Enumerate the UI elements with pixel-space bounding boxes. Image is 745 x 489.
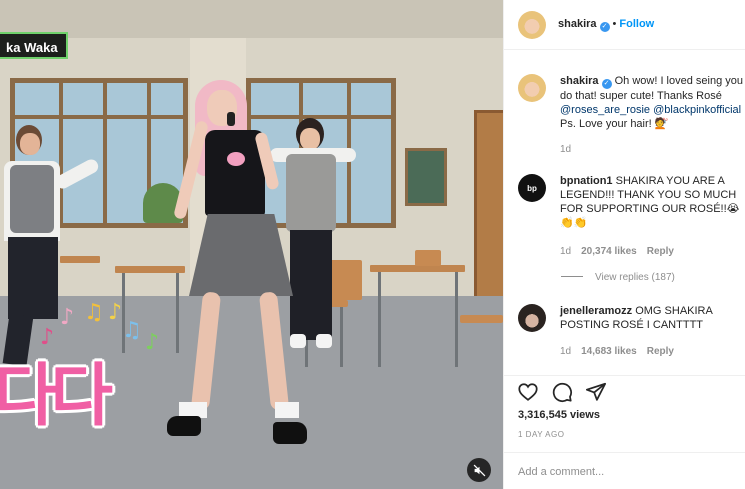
- avatar[interactable]: [518, 74, 546, 102]
- view-count[interactable]: 3,316,545 views: [518, 409, 600, 421]
- mention-link[interactable]: @blackpinkofficial: [653, 104, 741, 116]
- reply-button[interactable]: Reply: [647, 346, 674, 357]
- comment-age[interactable]: 1d: [560, 346, 571, 357]
- classroom-door: [474, 110, 503, 300]
- view-replies-button[interactable]: View replies (187): [561, 272, 675, 283]
- replies-divider: [561, 276, 583, 277]
- like-button[interactable]: [517, 381, 539, 403]
- follow-button[interactable]: Follow: [619, 18, 654, 30]
- separator-dot: •: [612, 18, 617, 30]
- caption-age[interactable]: 1d: [560, 144, 571, 155]
- comment-likes[interactable]: 14,683 likes: [581, 346, 637, 357]
- verified-badge-icon: ✓: [601, 79, 612, 89]
- add-comment-bar: [504, 452, 745, 489]
- desk-leg: [455, 272, 458, 367]
- add-comment-input[interactable]: [518, 462, 733, 482]
- wall-board: [405, 148, 447, 206]
- mention-link[interactable]: @roses_are_rosie: [560, 104, 650, 116]
- heart-icon: [518, 383, 538, 401]
- comment-username[interactable]: bpnation1: [560, 175, 613, 187]
- chair-leg: [340, 307, 343, 367]
- avatar[interactable]: [518, 11, 546, 39]
- post-video[interactable]: ♪ ♫ ♪ ♫ ♪ ♪ 다다 ka Waka: [0, 0, 503, 489]
- speaker-muted-icon: [473, 464, 485, 476]
- classroom-wall-top: [0, 0, 503, 38]
- comment-age[interactable]: 1d: [560, 246, 571, 257]
- desk: [115, 266, 185, 273]
- caption-username[interactable]: shakira: [560, 75, 599, 87]
- caption-text-after: Ps. Love your hair! 💇: [560, 118, 669, 130]
- post-actions: 3,316,545 views 1 DAY AGO: [504, 375, 745, 445]
- verified-badge-icon: ✓: [599, 22, 610, 32]
- music-note-icon: ♪: [108, 300, 123, 325]
- comment-icon: [552, 382, 572, 403]
- desk-leg: [378, 272, 381, 367]
- comment-likes[interactable]: 20,374 likes: [581, 246, 637, 257]
- reply-button[interactable]: Reply: [647, 246, 674, 257]
- comment-username[interactable]: jenelleramozz: [560, 305, 632, 317]
- chair: [415, 250, 441, 266]
- mute-button[interactable]: [467, 458, 491, 482]
- korean-caption-overlay: 다다: [0, 357, 113, 436]
- avatar[interactable]: bp: [518, 174, 546, 202]
- music-note-icon: ♪: [145, 330, 160, 355]
- music-note-icon: ♪: [60, 305, 75, 330]
- comments-list[interactable]: shakira ✓ Oh wow! I loved seing you do th…: [504, 50, 745, 375]
- post-author-username[interactable]: shakira: [558, 18, 597, 30]
- post-header: shakira ✓ • Follow: [504, 0, 745, 50]
- comment-meta: 1d 14,683 likes Reply: [560, 346, 674, 357]
- desk-leg: [176, 273, 179, 353]
- post-date[interactable]: 1 DAY AGO: [518, 430, 564, 439]
- share-button[interactable]: [585, 381, 607, 403]
- caption-text: shakira ✓ Oh wow! I loved seing you do th…: [560, 74, 745, 131]
- desk: [370, 265, 465, 272]
- show-title-badge: ka Waka: [0, 32, 68, 59]
- music-note-icon: ♫: [84, 300, 104, 325]
- post-side-panel: shakira ✓ • Follow shakira ✓ Oh wow! I loved…: [503, 0, 745, 489]
- post-header-line: shakira ✓ • Follow: [558, 18, 654, 32]
- share-icon: [585, 382, 607, 401]
- view-replies-label: View replies (187): [595, 272, 675, 283]
- music-note-icon: ♫: [122, 318, 142, 343]
- chair: [330, 260, 362, 300]
- comment-button[interactable]: [551, 381, 573, 403]
- avatar[interactable]: [518, 304, 546, 332]
- comment-text: jenelleramozz OMG SHAKIRA POSTING ROSÉ I…: [560, 304, 745, 332]
- desk: [60, 256, 100, 263]
- comment-text: bpnation1 SHAKIRA YOU ARE A LEGEND!!! TH…: [560, 174, 745, 230]
- comment-meta: 1d 20,374 likes Reply: [560, 246, 674, 257]
- chair: [460, 315, 503, 323]
